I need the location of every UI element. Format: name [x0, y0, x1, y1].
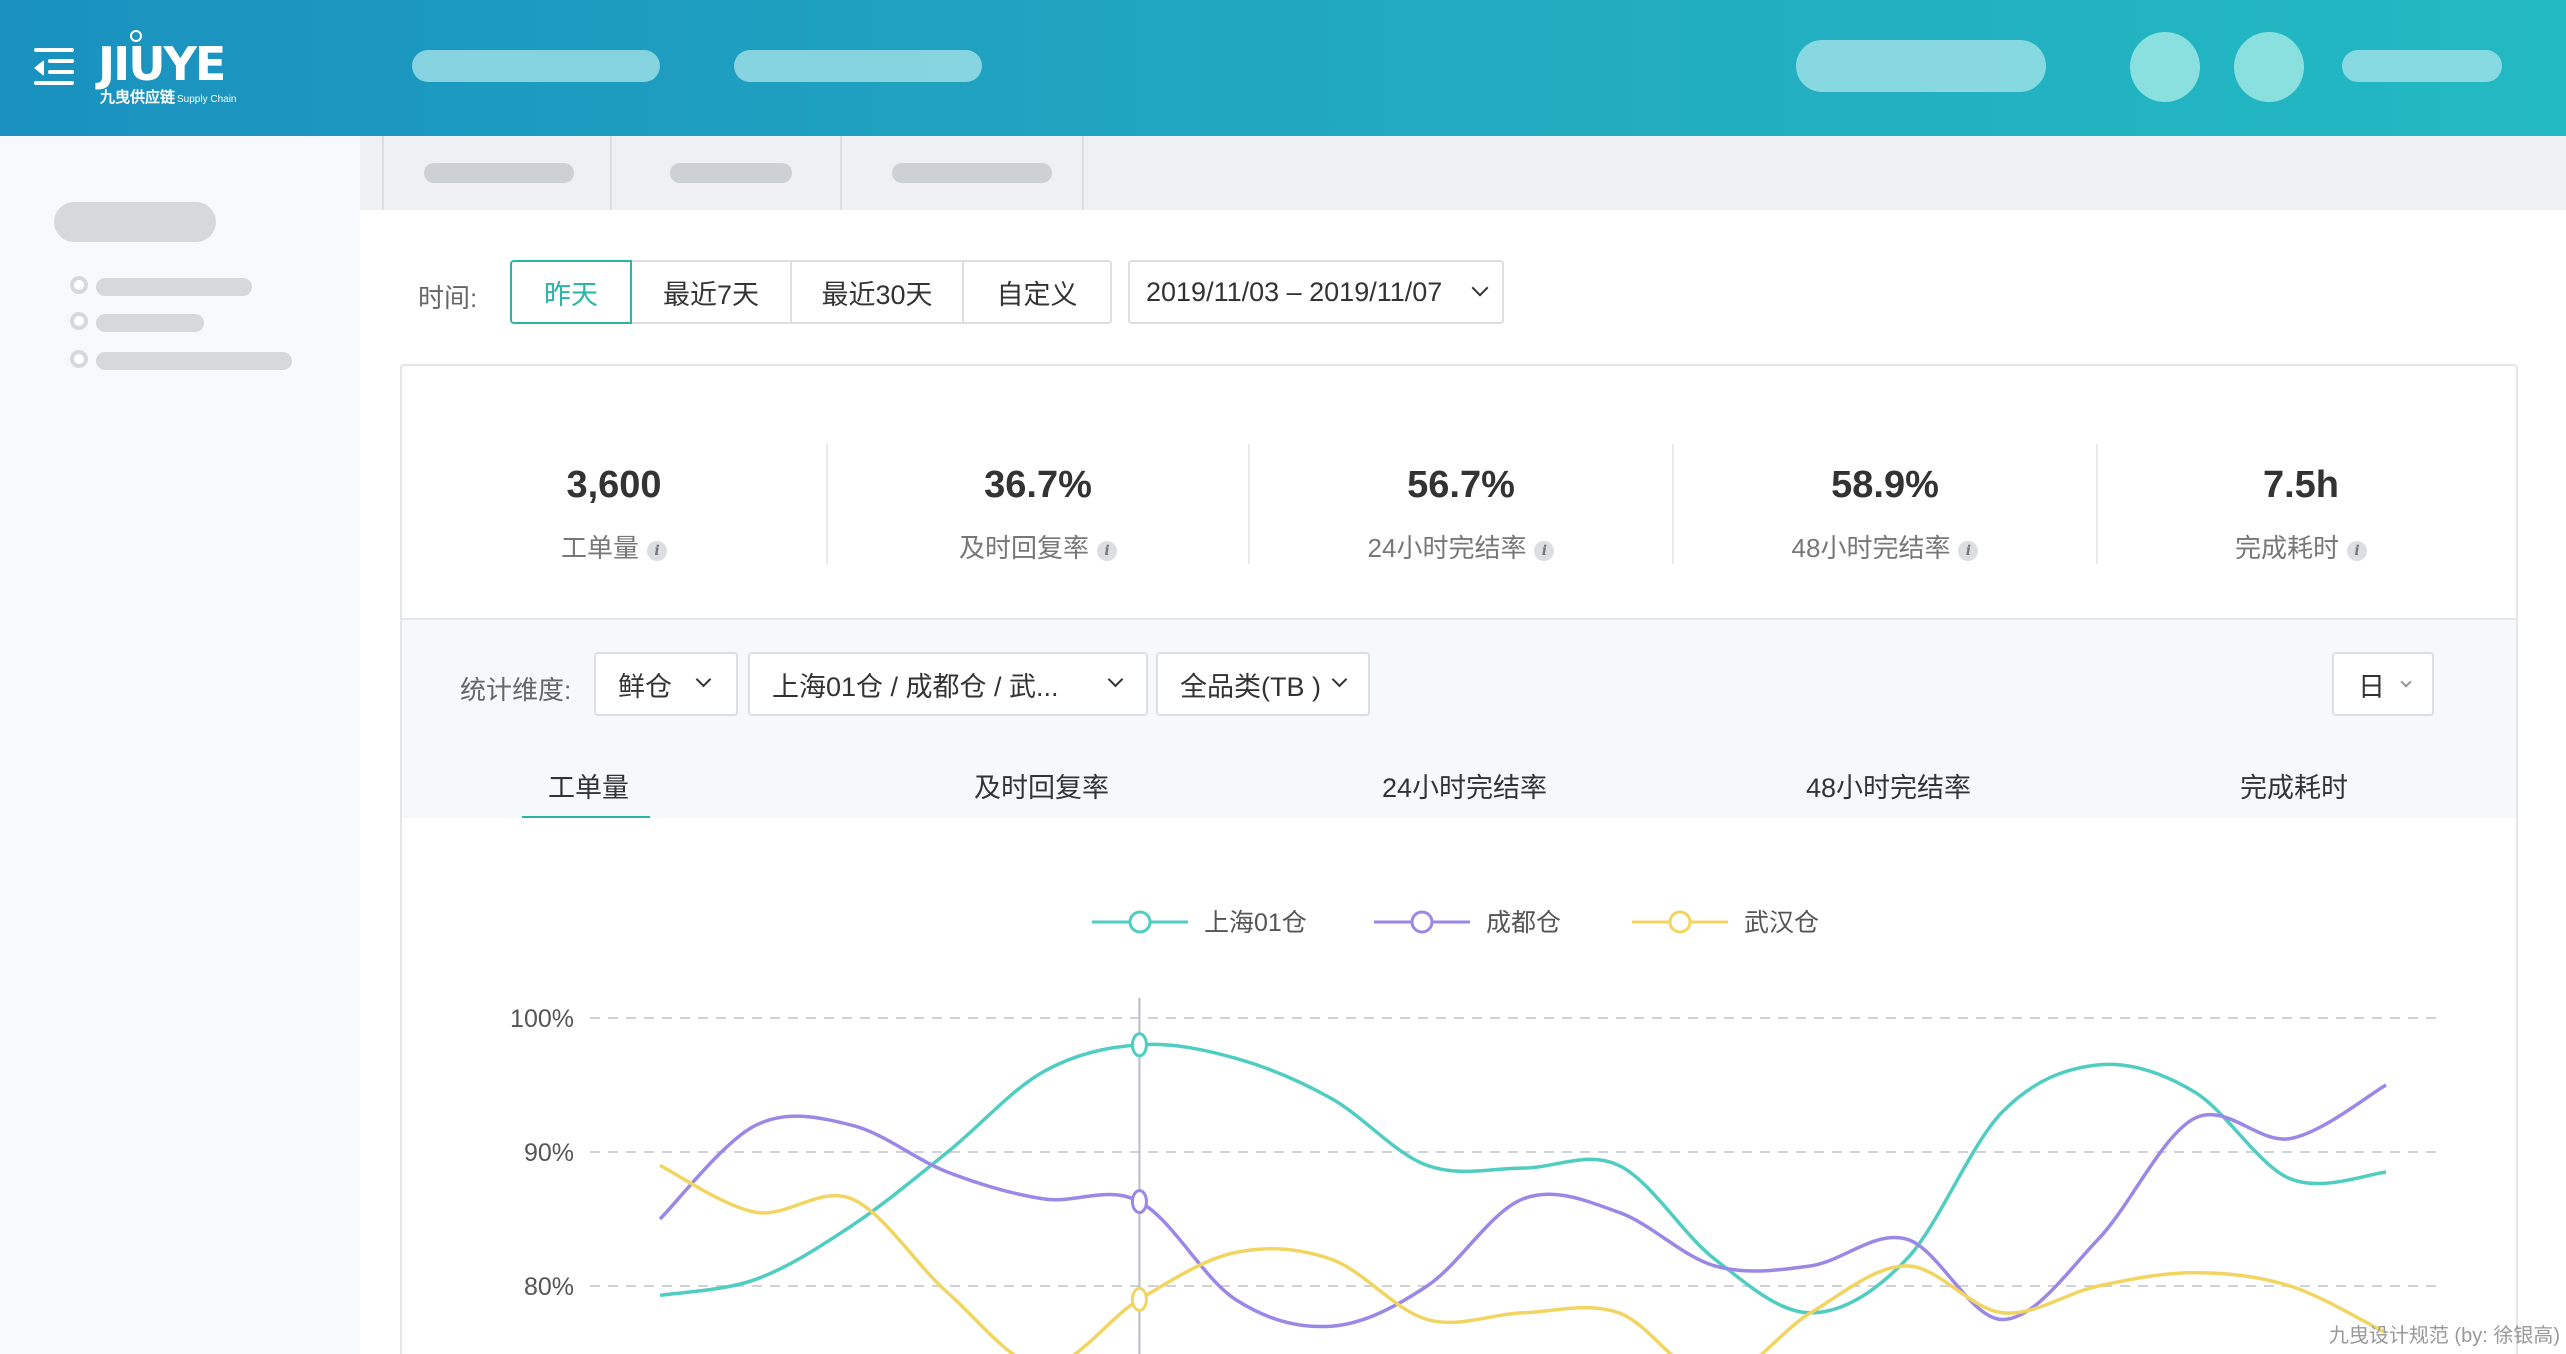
segment-last-7-days[interactable]: 最近7天: [632, 260, 792, 324]
nav-placeholder[interactable]: [412, 50, 660, 82]
chevron-down-icon: [1331, 671, 1348, 688]
segment-yesterday[interactable]: 昨天: [510, 260, 632, 324]
kpi-24h-close-rate: 56.7% 24小时完结率 i: [1250, 366, 1672, 618]
metric-tab-timely-reply-rate[interactable]: 及时回复率: [974, 766, 1109, 805]
sidebar-item[interactable]: [96, 352, 292, 370]
sidebar-item[interactable]: [96, 278, 252, 296]
legend-marker: [1668, 910, 1692, 934]
notification-avatar[interactable]: [2130, 32, 2200, 102]
metric-tab-48h-close-rate[interactable]: 48小时完结率: [1806, 766, 1971, 805]
metric-tab-completion-time[interactable]: 完成耗时: [2240, 766, 2348, 805]
kpi-completion-time: 7.5h 完成耗时 i: [2098, 366, 2504, 618]
line-chart[interactable]: 100% 90% 80% 上海01仓 成都仓 武汉仓: [402, 818, 2518, 1354]
kpi-value: 7.5h: [2262, 464, 2340, 506]
series-line-0: [659, 1042, 2387, 1315]
info-icon[interactable]: i: [2347, 541, 2367, 561]
legend-label: 成都仓: [1486, 909, 1561, 937]
dimension-label: 统计维度:: [460, 675, 572, 705]
search-placeholder[interactable]: [1796, 40, 2046, 92]
y-tick-label: 80%: [524, 1273, 574, 1301]
sidebar-bullet-icon: [70, 350, 88, 368]
kpi-value: 36.7%: [984, 464, 1092, 506]
sidebar-bullet-icon: [70, 276, 88, 294]
highlight-point: [1130, 1032, 1148, 1058]
legend-label: 上海01仓: [1204, 909, 1307, 937]
metric-tab-24h-close-rate[interactable]: 24小时完结率: [1382, 766, 1547, 805]
sidebar: [0, 136, 360, 1354]
y-tick-label: 90%: [524, 1139, 574, 1167]
kpi-value: 3,600: [566, 464, 662, 506]
legend-label: 武汉仓: [1744, 909, 1819, 937]
user-name-placeholder[interactable]: [2342, 50, 2502, 82]
chevron-down-icon: [695, 671, 712, 688]
kpi-label: 及时回复率 i: [828, 528, 1248, 565]
legend-marker: [1410, 910, 1434, 934]
nav-placeholder[interactable]: [734, 50, 982, 82]
chevron-down-icon: [1471, 279, 1489, 297]
kpi-label: 完成耗时 i: [2098, 528, 2504, 565]
kpi-value: 56.7%: [1407, 464, 1515, 506]
kpi-work-orders: 3,600 工单量 i: [402, 366, 826, 618]
warehouse-type-select[interactable]: 鲜仓: [594, 652, 738, 716]
warehouse-select[interactable]: 上海01仓 / 成都仓 / 武...: [748, 652, 1148, 716]
date-range-picker[interactable]: 2019/11/03 – 2019/11/07: [1128, 260, 1504, 324]
series-line-2: [659, 1163, 2387, 1354]
page-tab[interactable]: [842, 136, 1084, 210]
metric-tab-work-orders[interactable]: 工单量: [548, 766, 629, 805]
kpi-value: 58.9%: [1831, 464, 1939, 506]
info-icon[interactable]: i: [1534, 541, 1555, 561]
time-filter-label: 时间:: [418, 283, 478, 313]
chevron-down-icon: [2400, 676, 2412, 688]
highlight-point: [1130, 1286, 1148, 1312]
page-tab[interactable]: [382, 136, 612, 210]
category-select[interactable]: 全品类(TB ): [1156, 652, 1370, 716]
kpi-label: 工单量 i: [402, 528, 826, 565]
top-header: JIUYE 九曳供应链 Supply Chain: [0, 0, 2566, 136]
user-avatar[interactable]: [2234, 32, 2304, 102]
kpi-48h-close-rate: 58.9% 48小时完结率 i: [1674, 366, 2096, 618]
highlight-point: [1130, 1189, 1148, 1215]
page-tab[interactable]: [612, 136, 842, 210]
info-icon[interactable]: i: [1097, 541, 1117, 561]
line-chart-area: 100% 90% 80% 上海01仓 成都仓 武汉仓: [402, 818, 2518, 1354]
menu-toggle-icon[interactable]: [34, 46, 74, 85]
y-tick-label: 100%: [510, 1005, 574, 1033]
info-icon[interactable]: i: [1958, 541, 1979, 561]
brand-logo[interactable]: JIUYE 九曳供应链 Supply Chain: [98, 30, 268, 110]
segment-custom[interactable]: 自定义: [964, 260, 1112, 324]
sidebar-group-title[interactable]: [54, 202, 216, 242]
logo-text: JIUYE: [98, 37, 226, 91]
chevron-down-icon: [1107, 671, 1124, 688]
kpi-timely-reply-rate: 36.7% 及时回复率 i: [828, 366, 1248, 618]
page-tabs: [360, 136, 2566, 210]
legend-marker: [1128, 910, 1152, 934]
logo-subtitle: 九曳供应链 Supply Chain: [100, 89, 237, 106]
segment-last-30-days[interactable]: 最近30天: [792, 260, 964, 324]
watermark-text: 九曳设计规范 (by: 徐银高): [2328, 1325, 2560, 1347]
granularity-select[interactable]: 日: [2332, 652, 2434, 716]
dimension-panel: 统计维度: 鲜仓 上海01仓 / 成都仓 / 武... 全品类(TB ) 日 工…: [402, 618, 2516, 820]
stats-card: 3,600 工单量 i 36.7% 及时回复率 i 56.7% 24小时完结率 i 5…: [400, 364, 2518, 1354]
date-range-value: 2019/11/03 – 2019/11/07: [1146, 276, 1443, 307]
series-line-1: [658, 1083, 2387, 1329]
info-icon[interactable]: i: [647, 541, 667, 561]
kpi-label: 24小时完结率 i: [1250, 528, 1672, 565]
kpi-label: 48小时完结率 i: [1674, 528, 2096, 565]
sidebar-item[interactable]: [96, 314, 204, 332]
sidebar-bullet-icon: [70, 312, 88, 330]
